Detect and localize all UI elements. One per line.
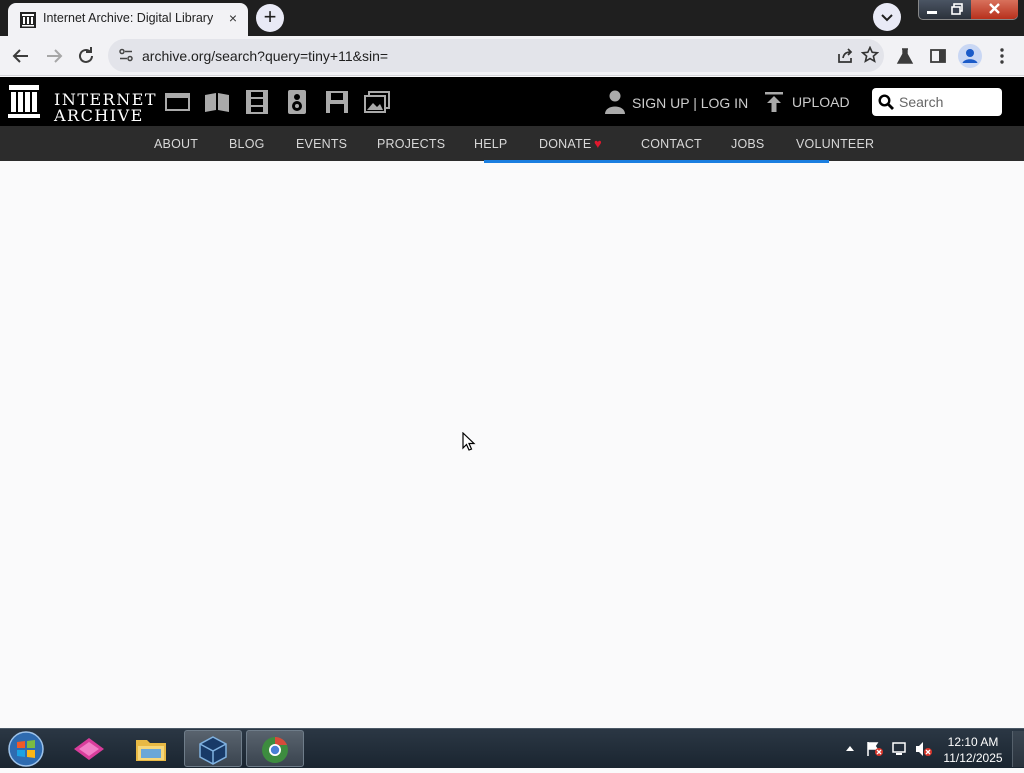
search-input[interactable] [899, 92, 997, 112]
nav-events[interactable]: EVENTS [296, 137, 347, 151]
share-icon[interactable] [836, 47, 854, 65]
action-center-flag-icon[interactable] [866, 741, 884, 757]
texts-icon[interactable] [204, 90, 230, 114]
user-icon [605, 90, 625, 114]
nav-volunteer[interactable]: VOLUNTEER [796, 137, 874, 151]
tab-title: Internet Archive: Digital Library [43, 11, 213, 25]
browser-tab-strip: Internet Archive: Digital Library × + [0, 0, 1024, 36]
side-panel-icon[interactable] [929, 47, 947, 65]
browser-toolbar: archive.org/search?query=tiny+11&sin= [0, 36, 1024, 76]
page-content-area [0, 163, 1024, 728]
windows-taskbar: 12:10 AM 11/12/2025 [0, 728, 1024, 768]
clock-date: 11/12/2025 [943, 751, 1003, 765]
pink-diamond-app-icon [74, 738, 104, 760]
search-icon[interactable] [878, 94, 894, 110]
show-desktop-button[interactable] [1012, 731, 1024, 767]
taskbar-app-mobirise[interactable] [60, 730, 118, 767]
nav-donate[interactable]: DONATE [539, 137, 591, 151]
nav-projects[interactable]: PROJECTS [377, 137, 445, 151]
clock-time: 12:10 AM [947, 735, 999, 749]
site-nav: ABOUT BLOG EVENTS PROJECTS HELP DONATE ♥… [0, 126, 1024, 161]
nav-contact[interactable]: CONTACT [641, 137, 702, 151]
taskbar-app-chrome[interactable] [246, 730, 304, 767]
new-tab-button[interactable]: + [256, 4, 284, 32]
window-close-icon[interactable] [971, 0, 1018, 19]
back-arrow-icon [12, 49, 28, 63]
forward-button[interactable] [40, 42, 68, 70]
reload-icon [79, 47, 93, 63]
windows-start-orb-icon [8, 731, 44, 767]
start-button[interactable] [6, 730, 46, 768]
internet-archive-favicon-icon [20, 12, 36, 28]
tab-search-button[interactable] [873, 3, 901, 31]
tray-expand-icon[interactable] [845, 744, 855, 752]
site-header: INTERNET ARCHIVE SIGN UP | LOG IN UPLOAD [0, 77, 1024, 126]
images-icon[interactable] [364, 90, 390, 114]
system-clock[interactable]: 12:10 AM 11/12/2025 [940, 734, 1006, 766]
address-bar[interactable]: archive.org/search?query=tiny+11&sin= [108, 39, 884, 72]
upload-icon [765, 92, 783, 112]
browser-menu-icon[interactable] [994, 46, 1010, 66]
reload-button[interactable] [72, 42, 100, 70]
nav-jobs[interactable]: JOBS [731, 137, 764, 151]
logo-line-archive: ARCHIVE [54, 106, 144, 125]
video-icon[interactable] [244, 90, 270, 114]
archive-building-icon [8, 85, 40, 118]
window-controls [918, 0, 1018, 20]
site-search-box[interactable] [872, 88, 1002, 116]
mouse-cursor-icon [462, 432, 476, 451]
restore-icon[interactable] [945, 0, 970, 19]
volume-muted-icon[interactable] [915, 741, 933, 757]
url-text: archive.org/search?query=tiny+11&sin= [142, 48, 389, 64]
browser-app-icon [262, 737, 288, 763]
audio-icon[interactable] [284, 90, 310, 114]
site-info-icon[interactable] [118, 47, 134, 63]
internet-archive-logo[interactable]: INTERNET ARCHIVE [8, 84, 156, 124]
browser-tab-active[interactable]: Internet Archive: Digital Library × [8, 3, 248, 36]
logo-text: INTERNET ARCHIVE [54, 92, 157, 124]
minimize-icon[interactable] [920, 0, 944, 19]
nav-about[interactable]: ABOUT [154, 137, 198, 151]
virtualbox-cube-icon [199, 736, 227, 765]
labs-flask-icon[interactable] [896, 47, 914, 65]
folder-icon [136, 740, 166, 761]
profile-avatar-icon[interactable] [957, 43, 983, 69]
forward-arrow-icon [47, 49, 63, 63]
account-label: SIGN UP | LOG IN [632, 95, 749, 111]
taskbar-app-virtualbox[interactable] [184, 730, 242, 767]
taskbar-app-file-explorer[interactable] [122, 730, 180, 767]
tab-close-icon[interactable]: × [224, 9, 242, 27]
software-icon[interactable] [324, 90, 350, 114]
nav-blog[interactable]: BLOG [229, 137, 265, 151]
bookmark-star-icon[interactable] [861, 46, 879, 64]
upload-label: UPLOAD [792, 94, 850, 110]
network-icon[interactable] [891, 741, 909, 757]
chevron-down-icon [881, 14, 893, 22]
web-icon[interactable] [165, 90, 191, 114]
back-button[interactable] [7, 42, 35, 70]
nav-help[interactable]: HELP [474, 137, 507, 151]
heart-icon: ♥ [594, 136, 602, 151]
